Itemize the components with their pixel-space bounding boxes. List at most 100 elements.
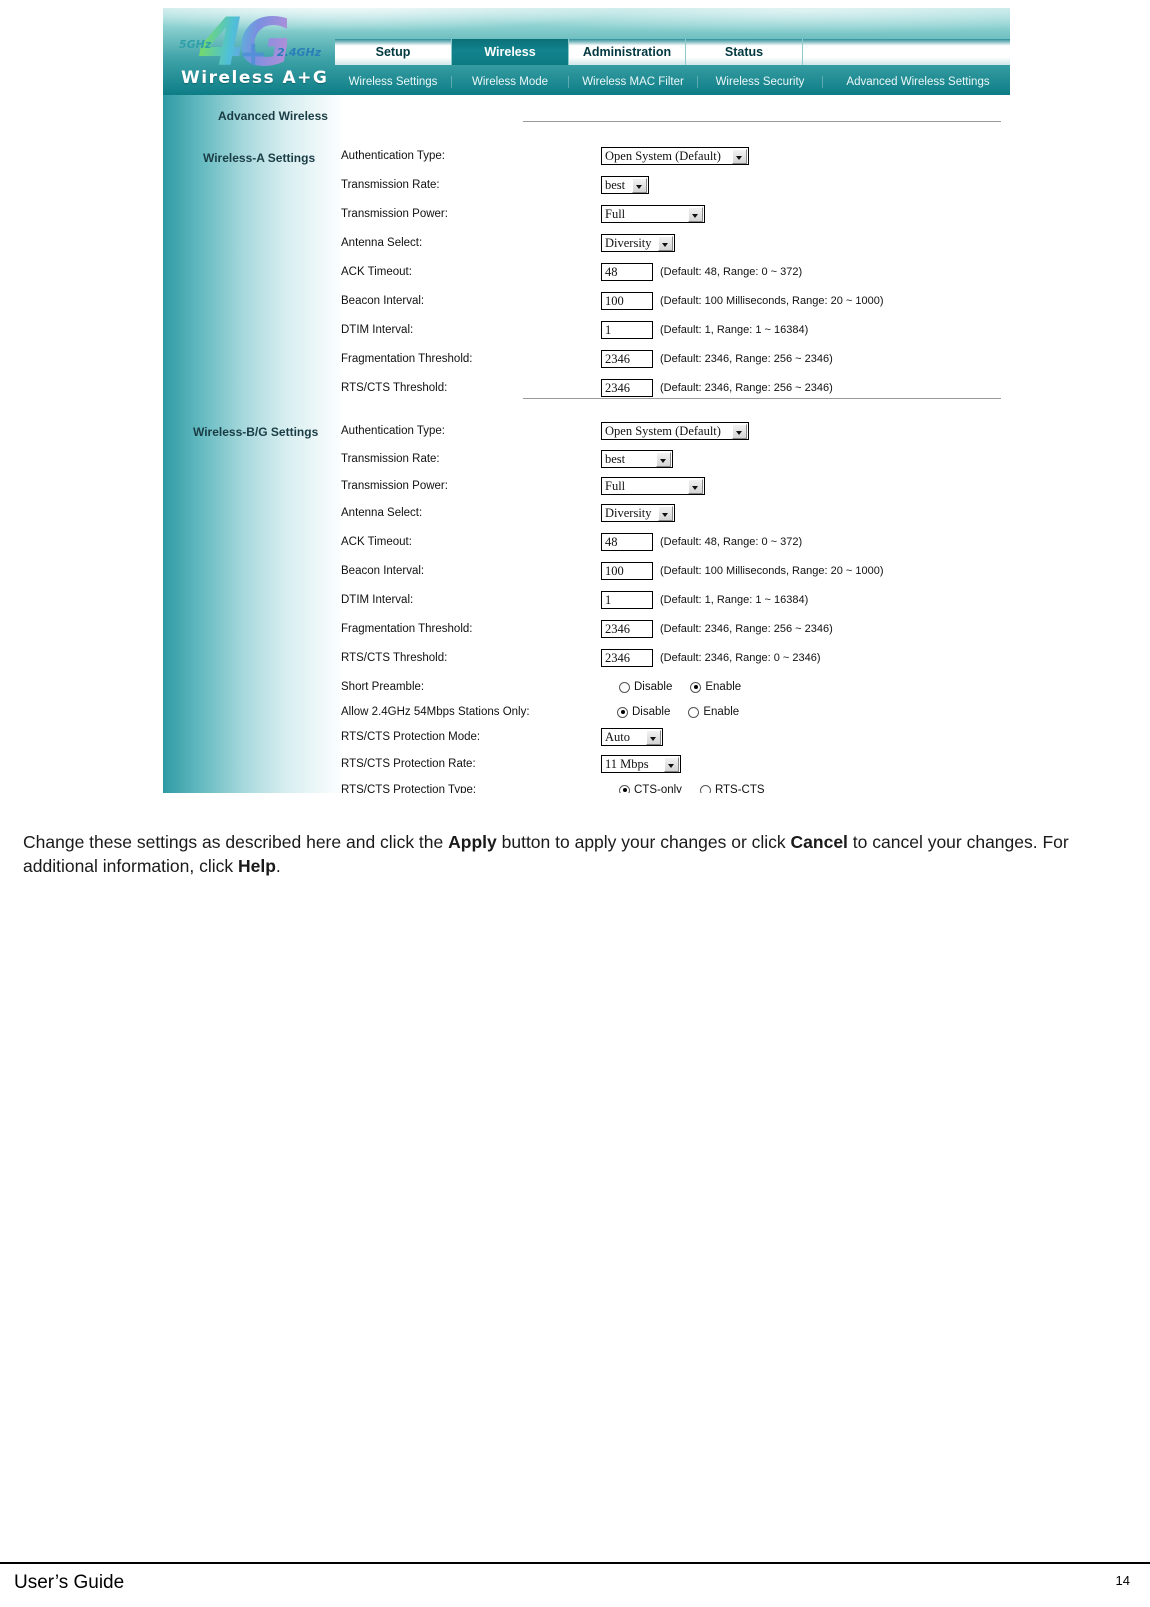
subtab-wireless-settings[interactable]: Wireless Settings [335,76,452,88]
subtab-wireless-mac-filter[interactable]: Wireless MAC Filter [569,76,698,88]
row-bg-beacon-interval: Beacon Interval: 100 (Default: 100 Milli… [341,560,884,582]
input-bg-dtim-interval[interactable]: 1 [601,591,653,609]
row-bg-rts-cts-protection-rate: RTS/CTS Protection Rate: 11 Mbps [341,753,681,775]
input-a-fragmentation-threshold[interactable]: 2346 [601,350,653,368]
row-bg-transmission-power: Transmission Power: Full [341,475,705,497]
radio-dot-icon [619,681,630,693]
row-a-antenna-select: Antenna Select: Diversity [341,232,675,254]
select-a-transmission-power[interactable]: Full [601,205,705,223]
chevron-down-icon [732,424,747,439]
footer-divider [0,1562,1150,1564]
input-bg-rts-cts-threshold[interactable]: 2346 [601,649,653,667]
label-bg-authentication-type: Authentication Type: [341,425,445,437]
caption-part-2: button to apply your changes or click [496,831,791,852]
label-bg-ack-timeout: ACK Timeout: [341,536,412,548]
input-a-dtim-interval[interactable]: 1 [601,321,653,339]
label-bg-fragmentation-threshold: Fragmentation Threshold: [341,623,473,635]
chevron-down-icon [732,149,747,164]
radio-short-preamble-enable-label: Enable [705,681,742,693]
input-bg-ack-timeout[interactable]: 48 [601,533,653,551]
label-bg-rts-cts-protection-type: RTS/CTS Protection Type: [341,784,477,793]
row-bg-dtim-interval: DTIM Interval: 1 (Default: 1, Range: 1 ~… [341,589,808,611]
select-bg-antenna-select-value: Diversity [605,506,652,520]
select-a-transmission-power-value: Full [605,207,626,221]
radio-short-preamble-disable[interactable]: Disable [619,681,672,693]
input-a-rts-cts-threshold[interactable]: 2346 [601,379,653,397]
hint-bg-rts-cts-threshold: (Default: 2346, Range: 0 ~ 2346) [660,652,821,664]
label-a-transmission-power: Transmission Power: [341,208,448,220]
row-bg-antenna-select: Antenna Select: Diversity [341,502,675,524]
label-bg-transmission-rate: Transmission Rate: [341,453,440,465]
row-bg-rts-cts-protection-type: RTS/CTS Protection Type: CTS-only RTS-CT… [341,779,783,793]
input-a-ack-timeout[interactable]: 48 [601,263,653,281]
label-a-transmission-rate: Transmission Rate: [341,179,440,191]
primary-tabs: Setup Wireless Administration Status [335,39,1010,65]
select-bg-transmission-power[interactable]: Full [601,477,705,495]
select-bg-transmission-rate[interactable]: best [601,450,673,468]
tab-wireless[interactable]: Wireless [452,39,569,65]
hint-a-beacon-interval: (Default: 100 Milliseconds, Range: 20 ~ … [660,295,884,307]
chevron-down-icon [658,236,673,251]
radio-protection-type-cts-only[interactable]: CTS-only [619,784,682,793]
chevron-down-icon [658,506,673,521]
label-bg-beacon-interval: Beacon Interval: [341,565,425,577]
row-bg-allow-54mbps-only: Allow 2.4GHz 54Mbps Stations Only: Disab… [341,701,757,723]
select-a-antenna-select[interactable]: Diversity [601,234,675,252]
chevron-down-icon [664,757,679,772]
radio-short-preamble-enable[interactable]: Enable [690,681,741,693]
row-bg-authentication-type: Authentication Type: Open System (Defaul… [341,420,749,442]
subtab-wireless-security[interactable]: Wireless Security [698,76,823,88]
select-bg-rts-cts-protection-mode[interactable]: Auto [601,728,663,746]
secondary-tabs: Wireless Settings Wireless Mode Wireless… [335,73,1010,91]
row-a-transmission-power: Transmission Power: Full [341,203,705,225]
caption-cancel-bold: Cancel [790,831,848,852]
logo-wordmark: Wireless A+G [181,68,329,88]
tab-setup[interactable]: Setup [335,39,452,65]
radio-group-short-preamble: Disable Enable [619,681,759,693]
select-bg-transmission-power-value: Full [605,479,626,493]
input-a-beacon-interval[interactable]: 100 [601,292,653,310]
input-bg-fragmentation-threshold[interactable]: 2346 [601,620,653,638]
select-a-transmission-rate[interactable]: best [601,176,649,194]
radio-protection-type-cts-only-label: CTS-only [634,784,682,793]
logo-24ghz-label: 2.4GHz [277,46,322,59]
router-ui-screenshot: 4G + 5GHz 2.4GHz Wireless A+G Setup Wire… [163,8,1010,793]
row-bg-rts-cts-threshold: RTS/CTS Threshold: 2346 (Default: 2346, … [341,647,821,669]
row-a-fragmentation-threshold: Fragmentation Threshold: 2346 (Default: … [341,348,833,370]
subtab-wireless-mode[interactable]: Wireless Mode [452,76,569,88]
label-bg-rts-cts-protection-rate: RTS/CTS Protection Rate: [341,758,476,770]
row-a-transmission-rate: Transmission Rate: best [341,174,649,196]
select-bg-antenna-select[interactable]: Diversity [601,504,675,522]
select-a-authentication-type[interactable]: Open System (Default) [601,147,749,165]
radio-protection-type-rts-cts-label: RTS-CTS [714,784,765,793]
tab-status[interactable]: Status [686,39,803,65]
router-page-body: Advanced Wireless Wireless-A Settings Wi… [163,95,1010,793]
row-a-beacon-interval: Beacon Interval: 100 (Default: 100 Milli… [341,290,884,312]
hint-a-rts-cts-threshold: (Default: 2346, Range: 256 ~ 2346) [660,382,833,394]
select-bg-rts-cts-protection-mode-value: Auto [605,730,630,744]
caption-help-bold: Help [237,855,276,876]
select-bg-rts-cts-protection-rate-value: 11 Mbps [605,757,649,771]
label-a-fragmentation-threshold: Fragmentation Threshold: [341,353,473,365]
router-header: 4G + 5GHz 2.4GHz Wireless A+G Setup Wire… [163,8,1010,95]
radio-allow-54mbps-enable[interactable]: Enable [688,706,739,718]
row-bg-short-preamble: Short Preamble: Disable Enable [341,676,759,698]
radio-dot-icon [619,784,630,793]
row-bg-fragmentation-threshold: Fragmentation Threshold: 2346 (Default: … [341,618,833,640]
radio-allow-54mbps-disable[interactable]: Disable [617,706,670,718]
select-bg-rts-cts-protection-rate[interactable]: 11 Mbps [601,755,681,773]
label-bg-transmission-power: Transmission Power: [341,480,448,492]
input-bg-beacon-interval[interactable]: 100 [601,562,653,580]
group-label-wireless-bg: Wireless-B/G Settings [193,425,319,439]
chevron-down-icon [688,207,703,222]
caption-part-1: Change these settings as described here … [23,831,449,852]
radio-protection-type-rts-cts[interactable]: RTS-CTS [699,784,765,793]
row-bg-rts-cts-protection-mode: RTS/CTS Protection Mode: Auto [341,726,663,748]
radio-short-preamble-disable-label: Disable [634,681,673,693]
tab-administration[interactable]: Administration [569,39,686,65]
label-bg-dtim-interval: DTIM Interval: [341,594,414,606]
subtab-advanced-wireless-settings[interactable]: Advanced Wireless Settings [823,76,1010,88]
row-a-dtim-interval: DTIM Interval: 1 (Default: 1, Range: 1 ~… [341,319,808,341]
hint-a-ack-timeout: (Default: 48, Range: 0 ~ 372) [660,266,803,278]
select-bg-authentication-type[interactable]: Open System (Default) [601,422,749,440]
